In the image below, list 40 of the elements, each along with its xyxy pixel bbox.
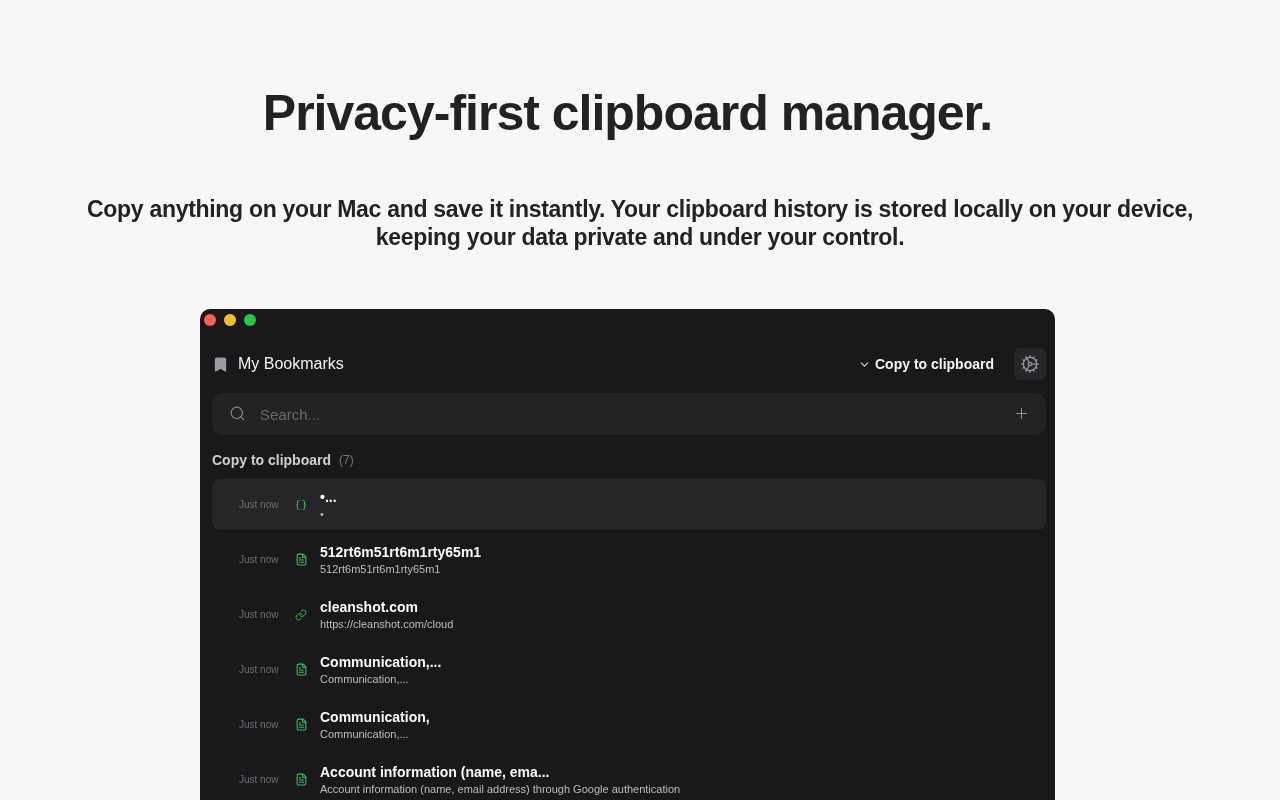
link-icon [295, 608, 307, 621]
document-icon [295, 718, 308, 731]
settings-button[interactable] [1014, 348, 1046, 380]
document-icon [295, 663, 308, 676]
hero-subtitle: Copy anything on your Mac and save it instantly. Your clipboard history is stored locally on your device, keeping your data private and under your control. [86, 195, 1194, 251]
item-count: (7) [339, 453, 354, 467]
header-title: My Bookmarks [238, 355, 344, 373]
item-preview: Communication,... [320, 728, 410, 740]
item-title: •... [320, 489, 337, 505]
item-title: Communication,... [320, 654, 442, 670]
zoom-window-icon[interactable] [244, 314, 256, 326]
bookmark-icon [212, 355, 229, 373]
clipboard-item[interactable]: Just now •... • [212, 479, 1046, 530]
item-preview: Account information (name, email address) through Google authentication [320, 783, 681, 795]
close-window-icon[interactable] [204, 314, 216, 326]
item-time: Just now [239, 719, 280, 730]
item-preview: 512rt6m51rt6m1rty65m1 [320, 563, 442, 575]
item-time: Just now [239, 774, 280, 785]
search-icon [229, 405, 246, 422]
item-title: cleanshot.com [320, 599, 420, 615]
document-icon [295, 773, 308, 786]
search-field[interactable]: Search... [212, 393, 1046, 435]
minimize-window-icon[interactable] [224, 314, 236, 326]
hero-title: Privacy-first clipboard manager. [262, 84, 993, 143]
section-title: Copy to clipboard [212, 452, 331, 468]
settings-icon [1020, 354, 1040, 374]
item-preview: https://cleanshot.com/cloud [320, 618, 454, 630]
item-time: Just now [239, 499, 280, 510]
item-time: Just now [239, 554, 280, 565]
braces-icon [295, 498, 307, 511]
add-icon[interactable] [1013, 405, 1030, 422]
item-time: Just now [239, 664, 280, 675]
item-title: Account information (name, ema... [320, 764, 551, 780]
item-title: 512rt6m51rt6m1rty65m1 [320, 544, 482, 560]
item-preview: Communication,... [320, 673, 410, 685]
document-icon [295, 553, 308, 566]
copy-mode-dropdown[interactable]: Copy to clipboard [858, 356, 994, 372]
item-title: Communication, [320, 709, 430, 725]
item-time: Just now [239, 609, 280, 620]
item-preview: • [320, 508, 325, 520]
